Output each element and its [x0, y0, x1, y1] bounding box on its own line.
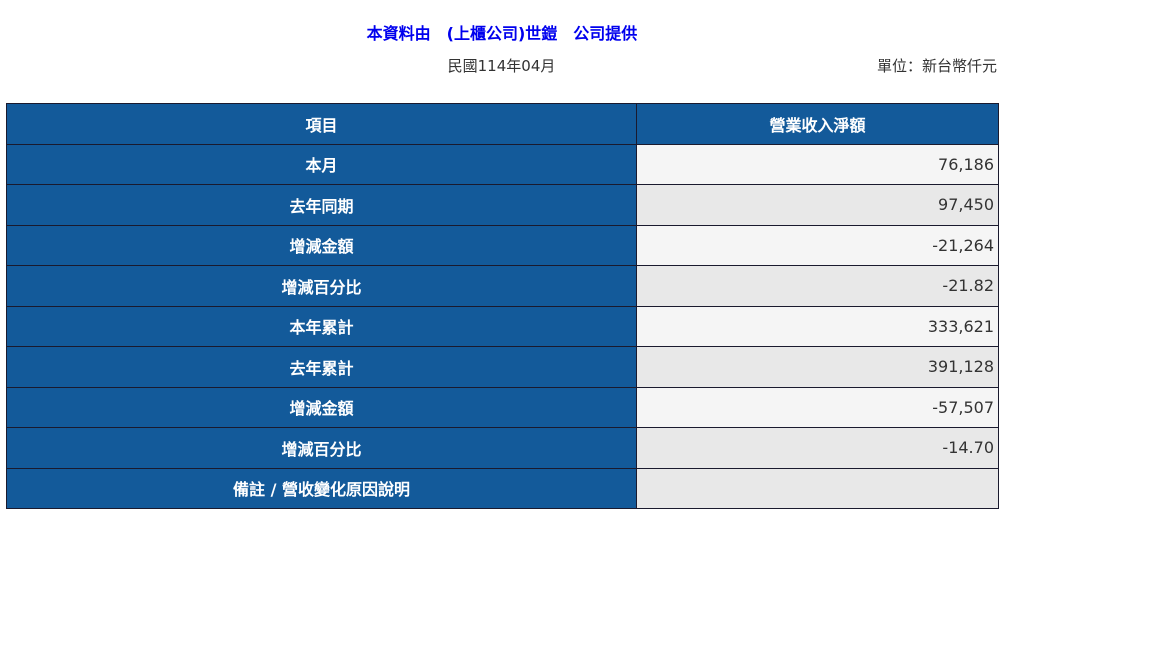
row-value: -14.70: [636, 427, 999, 469]
row-label: 增減金額: [6, 386, 637, 428]
row-label: 增減百分比: [6, 265, 637, 307]
row-value: 76,186: [636, 143, 999, 185]
table-row: 去年同期 97,450: [6, 184, 999, 226]
table-row: 增減百分比 -14.70: [6, 427, 999, 469]
table-row: 本年累計 333,621: [6, 305, 999, 347]
row-value: -21,264: [636, 224, 999, 266]
table-row: 增減金額 -57,507: [6, 386, 999, 428]
row-label: 去年同期: [6, 184, 637, 226]
report-period: 民國114年04月: [447, 57, 556, 75]
column-header-revenue: 營業收入淨額: [636, 103, 999, 145]
row-value: 391,128: [636, 346, 999, 388]
remarks-value: [636, 467, 999, 509]
table-row: 增減金額 -21,264: [6, 224, 999, 266]
row-value: -21.82: [636, 265, 999, 307]
table-header-row: 項目 營業收入淨額: [6, 103, 999, 145]
row-label: 增減金額: [6, 224, 637, 266]
report-subheader: 民國114年04月 單位：新台幣仟元: [6, 55, 997, 77]
row-label: 本月: [6, 143, 637, 185]
row-value: 97,450: [636, 184, 999, 226]
table-row: 本月 76,186: [6, 143, 999, 185]
table-row-remarks: 備註 / 營收變化原因說明: [6, 467, 999, 509]
report-title: 本資料由 (上櫃公司)世鎧 公司提供: [366, 24, 638, 43]
column-header-item: 項目: [6, 103, 637, 145]
revenue-table: 項目 營業收入淨額 本月 76,186 去年同期 97,450 增減金額 -21…: [6, 103, 999, 509]
table-row: 增減百分比 -21.82: [6, 265, 999, 307]
row-label: 本年累計: [6, 305, 637, 347]
table-row: 去年累計 391,128: [6, 346, 999, 388]
row-label: 增減百分比: [6, 427, 637, 469]
row-label: 備註 / 營收變化原因說明: [6, 467, 637, 509]
row-value: 333,621: [636, 305, 999, 347]
currency-unit: 單位：新台幣仟元: [876, 57, 997, 75]
row-value: -57,507: [636, 386, 999, 428]
row-label: 去年累計: [6, 346, 637, 388]
